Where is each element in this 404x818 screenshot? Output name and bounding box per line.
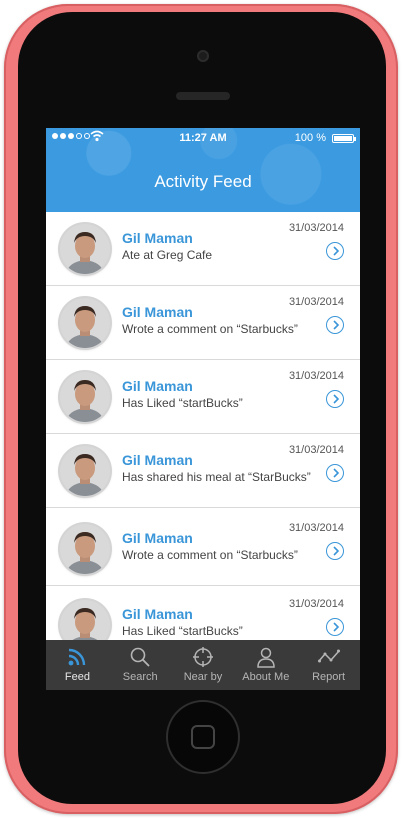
tab-near-by[interactable]: Near by — [172, 640, 235, 690]
feed-item[interactable]: Gil Maman Ate at Greg Cafe 31/03/2014 — [46, 212, 360, 286]
tab-feed[interactable]: Feed — [46, 640, 109, 690]
home-button-icon — [191, 725, 215, 749]
feed-item-date: 31/03/2014 — [288, 370, 344, 382]
feed-item-date: 31/03/2014 — [288, 296, 344, 308]
chevron-right-icon[interactable] — [326, 464, 344, 482]
avatar — [60, 224, 110, 274]
feed-item-user-name[interactable]: Gil Maman — [122, 452, 193, 468]
earpiece-speaker — [176, 92, 230, 100]
activity-feed-list[interactable]: Gil Maman Ate at Greg Cafe 31/03/2014 Gil M… — [46, 212, 360, 640]
crosshair-icon — [192, 647, 213, 667]
avatar — [60, 600, 110, 640]
tab-label: Near by — [183, 671, 223, 683]
chevron-right-icon[interactable] — [326, 542, 344, 560]
feed-item-activity-text: Wrote a comment on “Starbucks” — [122, 322, 298, 336]
avatar — [60, 446, 110, 496]
search-icon — [130, 647, 150, 667]
tab-about-me[interactable]: About Me — [234, 640, 297, 690]
header: 11:27 AM 100 % Activity Feed — [46, 128, 360, 212]
line-chart-icon — [317, 649, 340, 663]
avatar — [60, 298, 110, 348]
tab-search[interactable]: Search — [109, 640, 172, 690]
feed-item-activity-text: Has Liked “startBucks” — [122, 396, 243, 410]
rss-icon — [68, 648, 86, 666]
feed-item-user-name[interactable]: Gil Maman — [122, 530, 193, 546]
feed-item-date: 31/03/2014 — [288, 222, 344, 234]
battery-percentage: 100 % — [294, 132, 326, 144]
feed-item-date: 31/03/2014 — [288, 444, 344, 456]
feed-item[interactable]: Gil Maman Wrote a comment on “Starbucks” 3… — [46, 286, 360, 360]
avatar — [60, 372, 110, 422]
avatar — [60, 524, 110, 574]
feed-item-date: 31/03/2014 — [288, 598, 344, 610]
battery-icon — [332, 134, 356, 143]
front-camera — [197, 50, 209, 62]
chevron-right-icon[interactable] — [326, 316, 344, 334]
tab-bar: Feed Search Near by About Me Report — [46, 640, 360, 690]
tab-label: Report — [312, 671, 346, 683]
feed-item-activity-text: Ate at Greg Cafe — [122, 248, 213, 262]
page-title: Activity Feed — [154, 172, 252, 191]
chevron-right-icon[interactable] — [326, 242, 344, 260]
feed-item[interactable]: Gil Maman Wrote a comment on “Starbucks” 3… — [46, 512, 360, 586]
tab-report[interactable]: Report — [297, 640, 360, 690]
feed-item-date: 31/03/2014 — [288, 522, 344, 534]
chevron-right-icon[interactable] — [326, 390, 344, 408]
user-icon — [257, 647, 275, 668]
feed-item-activity-text: Has shared his meal at “StarBucks” — [122, 470, 311, 484]
feed-item[interactable]: Gil Maman Has shared his meal at “StarBuc… — [46, 434, 360, 508]
chevron-right-icon[interactable] — [326, 618, 344, 636]
feed-item-activity-text: Wrote a comment on “Starbucks” — [122, 548, 298, 562]
feed-item-user-name[interactable]: Gil Maman — [122, 304, 193, 320]
tab-label: About Me — [242, 671, 290, 683]
feed-item-user-name[interactable]: Gil Maman — [122, 606, 193, 622]
tab-label: Feed — [64, 671, 90, 683]
feed-item-user-name[interactable]: Gil Maman — [122, 378, 193, 394]
feed-item[interactable]: Gil Maman Has Liked “startBucks” 31/03/201… — [46, 360, 360, 434]
tab-label: Search — [122, 671, 158, 683]
feed-item-user-name[interactable]: Gil Maman — [122, 230, 193, 246]
feed-item[interactable]: Gil Maman Has Liked “startBucks” 31/03/201… — [46, 588, 360, 640]
status-bar: 11:27 AM 100 % — [46, 128, 360, 148]
feed-item-activity-text: Has Liked “startBucks” — [122, 624, 243, 638]
app-screen: 11:27 AM 100 % Activity Feed Gil Maman At… — [46, 128, 360, 690]
